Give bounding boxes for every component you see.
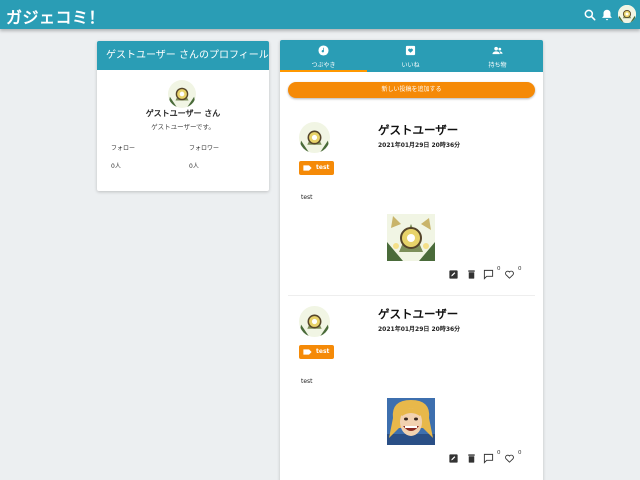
tab-likes[interactable]: いいね: [367, 40, 454, 72]
add-post-button[interactable]: 新しい投稿を追加する: [288, 82, 535, 98]
delete-icon[interactable]: [466, 269, 477, 280]
follow-label[interactable]: フォロー: [111, 143, 135, 152]
search-icon[interactable]: [583, 8, 597, 22]
tab-belongings[interactable]: 持ち物: [454, 40, 541, 72]
comment-count: 0: [497, 450, 501, 456]
profile-title: ゲストユーザー さんのプロフィール: [97, 41, 269, 70]
heart-box-icon: [405, 45, 416, 56]
user-avatar[interactable]: [618, 5, 636, 23]
follow-count[interactable]: 0人: [111, 161, 121, 170]
app-title[interactable]: ガジェコミ！: [6, 4, 105, 28]
comment-icon[interactable]: [483, 269, 494, 280]
like-count: 0: [518, 266, 522, 272]
profile-card: ゲストユーザー さんのプロフィール ゲストユーザー さん ゲストユーザーです。 …: [97, 41, 269, 191]
heart-icon[interactable]: [504, 453, 515, 464]
tag-label: test: [316, 164, 330, 171]
app-bar: ガジェコミ！: [0, 0, 640, 29]
tab-likes-label: いいね: [401, 62, 420, 69]
delete-icon[interactable]: [466, 453, 477, 464]
post-user-name[interactable]: ゲストユーザー: [378, 306, 458, 322]
bell-icon[interactable]: [600, 8, 614, 22]
post-date: 2021年01月29日 20時36分: [378, 142, 461, 149]
like-count: 0: [518, 450, 522, 456]
active-tab-indicator: [280, 70, 367, 72]
post-date: 2021年01月29日 20時36分: [378, 326, 461, 333]
post-item: ゲストユーザー 2021年01月29日 20時36分 test test 0 0: [288, 110, 535, 290]
tab-tweets-label: つぶやき: [311, 62, 336, 69]
post-body: test: [301, 378, 313, 385]
tag-label: test: [316, 348, 330, 355]
tab-tweets[interactable]: つぶやき: [280, 40, 367, 72]
post-image[interactable]: [387, 398, 435, 445]
tag-chip[interactable]: test: [299, 161, 334, 175]
post-item: ゲストユーザー 2021年01月29日 20時36分 test test 0 0: [288, 294, 535, 474]
post-image[interactable]: [387, 214, 435, 261]
follower-label[interactable]: フォロワー: [189, 143, 219, 152]
profile-bio: ゲストユーザーです。: [151, 123, 215, 131]
edit-icon[interactable]: [448, 269, 459, 280]
tab-bar: つぶやき いいね 持ち物: [280, 40, 543, 72]
posts-card: つぶやき いいね 持ち物 新しい投稿を追加する ゲストユーザー 2021年01月…: [280, 40, 543, 480]
tag-chip[interactable]: test: [299, 345, 334, 359]
music-note-icon: [318, 45, 329, 56]
comment-icon[interactable]: [483, 453, 494, 464]
tag-icon: [303, 165, 312, 171]
people-icon: [492, 46, 503, 55]
profile-avatar: [168, 80, 196, 108]
tag-icon: [303, 349, 312, 355]
post-avatar[interactable]: [299, 306, 330, 337]
comment-count: 0: [497, 266, 501, 272]
post-body: test: [301, 194, 313, 201]
edit-icon[interactable]: [448, 453, 459, 464]
follower-count[interactable]: 0人: [189, 161, 199, 170]
post-avatar[interactable]: [299, 122, 330, 153]
tab-belongings-label: 持ち物: [488, 62, 507, 69]
heart-icon[interactable]: [504, 269, 515, 280]
post-user-name[interactable]: ゲストユーザー: [378, 122, 458, 138]
profile-name: ゲストユーザー さん: [145, 109, 221, 118]
